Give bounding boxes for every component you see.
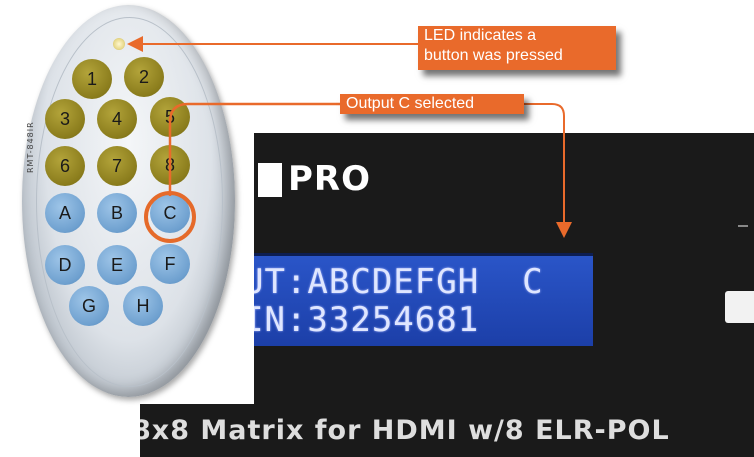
led-callout-line2: button was pressed	[424, 47, 563, 64]
remote-button-g[interactable]: G	[69, 286, 109, 326]
device-label: 8x8 Matrix for HDMI w/8 ELR-POL	[140, 415, 670, 446]
logo-mark	[258, 163, 282, 197]
remote-button-4[interactable]: 4	[97, 99, 137, 139]
panel-dash	[738, 225, 748, 227]
led-indicator-icon	[113, 38, 125, 50]
remote-button-7[interactable]: 7	[97, 146, 137, 186]
remote-button-f[interactable]: F	[150, 244, 190, 284]
brand-logo: PRO	[258, 159, 393, 201]
logo-text: PRO	[288, 159, 372, 199]
remote-button-b[interactable]: B	[97, 193, 137, 233]
lcd-output-line: UT:ABCDEFGH C	[243, 262, 544, 302]
remote-button-3[interactable]: 3	[45, 99, 85, 139]
lcd-input-line: IN:33254681	[243, 300, 480, 340]
remote-button-e[interactable]: E	[97, 245, 137, 285]
remote-button-5[interactable]: 5	[150, 97, 190, 137]
remote-button-8[interactable]: 8	[150, 145, 190, 185]
remote-model-label: RMT-848IR	[26, 121, 35, 173]
remote-button-h[interactable]: H	[123, 286, 163, 326]
lcd-display: UT:ABCDEFGH C IN:33254681	[243, 253, 593, 346]
remote-button-6[interactable]: 6	[45, 146, 85, 186]
selected-button-highlight	[144, 191, 196, 243]
remote-button-1[interactable]: 1	[72, 59, 112, 99]
remote-button-a[interactable]: A	[45, 193, 85, 233]
led-callout-line1: LED indicates a	[424, 27, 537, 44]
remote-button-d[interactable]: D	[45, 245, 85, 285]
output-selected-callout: Output C selected	[340, 94, 524, 114]
remote-button-2[interactable]: 2	[124, 57, 164, 97]
led-callout: LED indicates a button was pressed	[418, 26, 616, 70]
panel-button[interactable]	[725, 291, 754, 323]
